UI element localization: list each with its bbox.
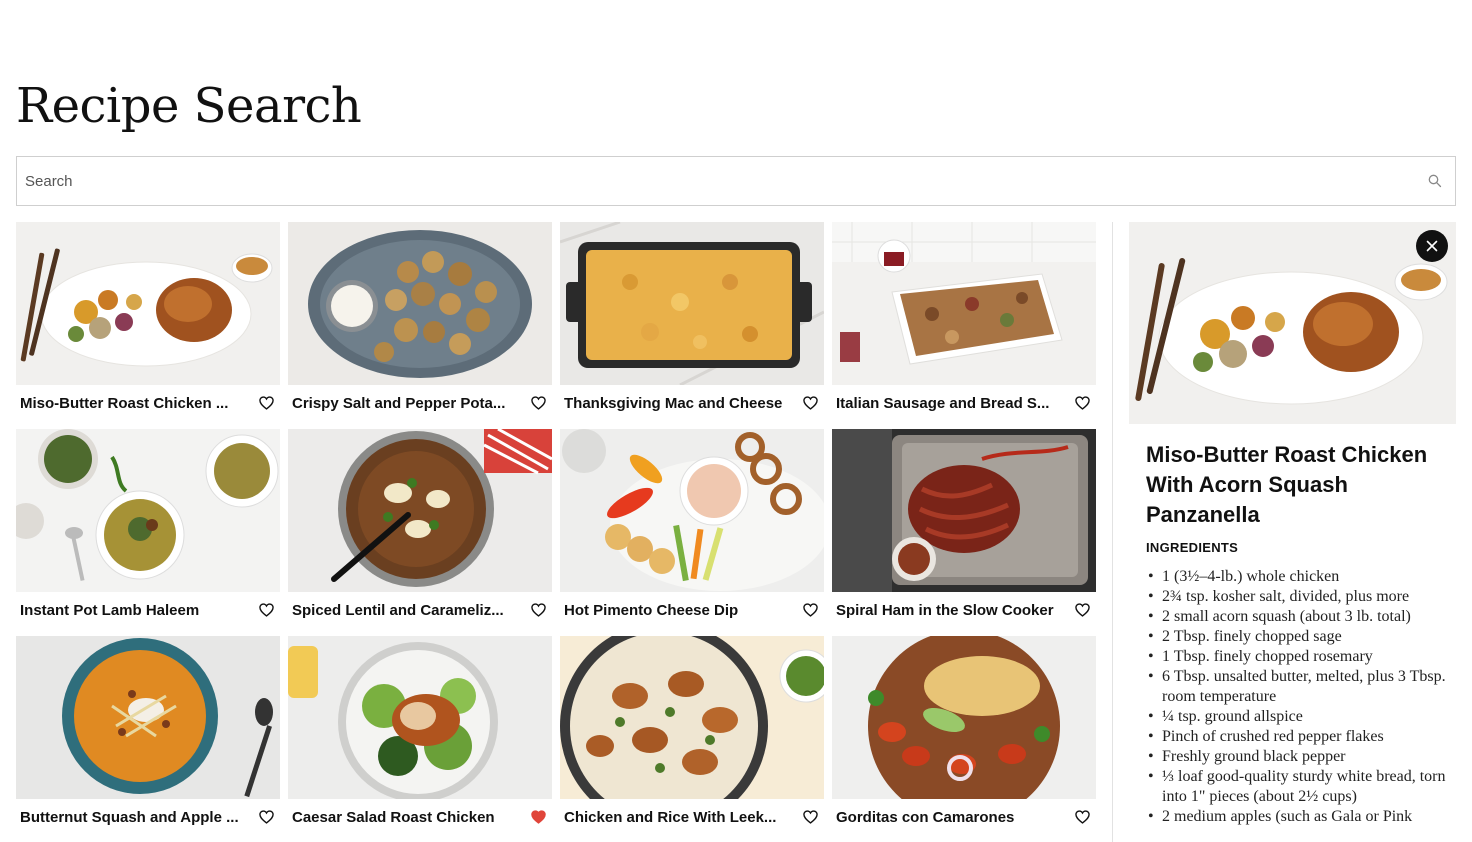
recipe-card[interactable]: Chicken and Rice With Leek... [560, 636, 824, 842]
recipe-detail-image [1129, 222, 1456, 424]
heart-icon[interactable] [1072, 393, 1092, 413]
recipe-title[interactable]: Crispy Salt and Pepper Pota... [292, 395, 505, 412]
heart-icon[interactable] [1072, 600, 1092, 620]
recipe-card[interactable]: Hot Pimento Cheese Dip [560, 429, 824, 636]
recipe-card[interactable]: Spiral Ham in the Slow Cooker [832, 429, 1096, 636]
recipe-card[interactable]: Instant Pot Lamb Haleem [16, 429, 280, 636]
heart-icon[interactable] [256, 393, 276, 413]
recipe-image [16, 222, 280, 385]
recipe-title[interactable]: Caesar Salad Roast Chicken [292, 809, 495, 826]
recipe-title[interactable]: Italian Sausage and Bread S... [836, 395, 1049, 412]
search-icon[interactable] [1415, 157, 1455, 205]
recipe-image [288, 429, 552, 592]
heart-icon-filled[interactable] [528, 807, 548, 827]
search-box [16, 156, 1456, 206]
recipe-image [560, 429, 824, 592]
ingredient-item: 2¾ tsp. kosher salt, divided, plus more [1146, 587, 1446, 607]
recipe-image [16, 636, 280, 799]
recipe-title[interactable]: Butternut Squash and Apple ... [20, 809, 239, 826]
heart-icon[interactable] [528, 393, 548, 413]
ingredient-item: 2 small acorn squash (about 3 lb. total) [1146, 607, 1446, 627]
close-icon[interactable] [1416, 230, 1448, 262]
recipe-title[interactable]: Miso-Butter Roast Chicken ... [20, 395, 228, 412]
ingredient-item: ¼ tsp. ground allspice [1146, 707, 1446, 727]
ingredient-item: 1 Tbsp. finely chopped rosemary [1146, 647, 1446, 667]
ingredients-heading: INGREDIENTS [1146, 540, 1239, 555]
recipe-card[interactable]: Thanksgiving Mac and Cheese [560, 222, 824, 429]
recipe-title[interactable]: Hot Pimento Cheese Dip [564, 602, 738, 619]
recipe-card[interactable]: Caesar Salad Roast Chicken [288, 636, 552, 842]
recipe-title[interactable]: Chicken and Rice With Leek... [564, 809, 776, 826]
recipe-card[interactable]: Spiced Lentil and Carameliz... [288, 429, 552, 636]
recipe-detail-panel: Miso-Butter Roast Chicken With Acorn Squ… [1129, 222, 1456, 842]
recipe-detail-title: Miso-Butter Roast Chicken With Acorn Squ… [1146, 442, 1428, 527]
recipe-title[interactable]: Thanksgiving Mac and Cheese [564, 395, 782, 412]
ingredient-item: Pinch of crushed red pepper flakes [1146, 727, 1446, 747]
recipe-image [832, 222, 1096, 385]
ingredient-item: 2 Tbsp. finely chopped sage [1146, 627, 1446, 647]
recipe-image [288, 636, 552, 799]
heart-icon[interactable] [800, 600, 820, 620]
heart-icon[interactable] [800, 393, 820, 413]
ingredients-list: 1 (3½–4-lb.) whole chicken 2¾ tsp. koshe… [1146, 567, 1446, 827]
recipe-card[interactable]: Miso-Butter Roast Chicken ... [16, 222, 280, 429]
recipe-card[interactable]: Gorditas con Camarones [832, 636, 1096, 842]
heart-icon[interactable] [528, 600, 548, 620]
recipe-card[interactable]: Crispy Salt and Pepper Pota... [288, 222, 552, 429]
recipe-title[interactable]: Spiral Ham in the Slow Cooker [836, 602, 1054, 619]
heart-icon[interactable] [800, 807, 820, 827]
ingredient-item: 6 Tbsp. unsalted butter, melted, plus 3 … [1146, 667, 1446, 707]
heart-icon[interactable] [256, 600, 276, 620]
ingredient-item: 1 (3½–4-lb.) whole chicken [1146, 567, 1446, 587]
ingredient-item: Freshly ground black pepper [1146, 747, 1446, 767]
recipe-image [560, 636, 824, 799]
recipe-image [560, 222, 824, 385]
heart-icon[interactable] [1072, 807, 1092, 827]
recipe-title[interactable]: Gorditas con Camarones [836, 809, 1014, 826]
recipe-image [16, 429, 280, 592]
recipe-card[interactable]: Italian Sausage and Bread S... [832, 222, 1096, 429]
page-title: Recipe Search [16, 78, 362, 134]
recipe-title[interactable]: Instant Pot Lamb Haleem [20, 602, 199, 619]
ingredient-item: ⅓ loaf good-quality sturdy white bread, … [1146, 767, 1446, 807]
recipe-image [832, 636, 1096, 799]
recipe-image [832, 429, 1096, 592]
heart-icon[interactable] [256, 807, 276, 827]
recipe-card[interactable]: Butternut Squash and Apple ... [16, 636, 280, 842]
panel-divider [1112, 222, 1113, 842]
ingredient-item: 2 medium apples (such as Gala or Pink [1146, 807, 1446, 827]
recipe-title[interactable]: Spiced Lentil and Carameliz... [292, 602, 504, 619]
search-input[interactable] [17, 157, 1415, 205]
recipe-image [288, 222, 552, 385]
recipe-grid: Miso-Butter Roast Chicken ... Crispy Sal… [16, 222, 1098, 842]
